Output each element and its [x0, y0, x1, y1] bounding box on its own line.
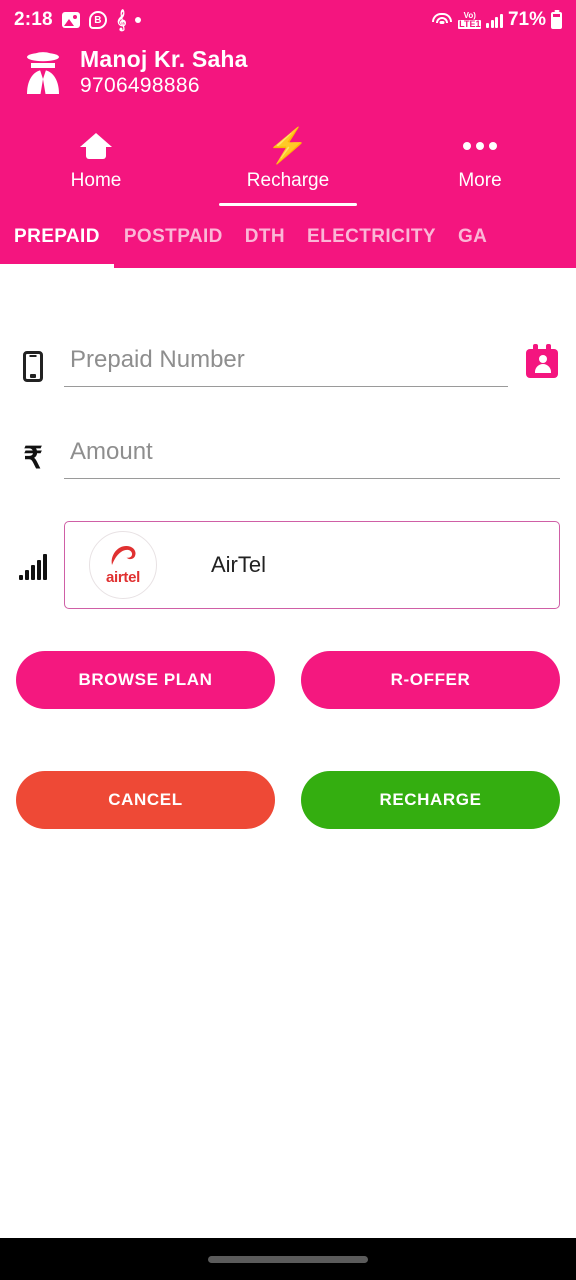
account-header: Manoj Kr. Saha 9706498886: [0, 40, 576, 112]
spy-avatar-icon: [22, 48, 64, 96]
plan-button-row: BROWSE PLAN R-OFFER: [16, 651, 560, 709]
more-dots-icon: [463, 128, 497, 164]
b-badge-icon: B: [88, 11, 107, 29]
service-tab-bar[interactable]: PREPAID POSTPAID DTH ELECTRICITY GA: [0, 206, 576, 268]
contacts-book-icon[interactable]: [526, 344, 560, 378]
account-phone: 9706498886: [80, 74, 200, 97]
prepaid-number-input[interactable]: [64, 345, 508, 387]
subtab-dth-label: DTH: [244, 226, 286, 247]
gesture-pill-handle[interactable]: [208, 1255, 368, 1263]
status-bar: 2:18 B 𝄞 Vo) LTE1 71%: [0, 0, 576, 40]
home-icon: [81, 128, 111, 164]
mobile-phone-icon: [16, 350, 50, 382]
subtab-gas[interactable]: GA: [458, 206, 509, 268]
subtab-postpaid[interactable]: POSTPAID: [124, 206, 245, 268]
system-navigation-bar: [0, 1238, 576, 1280]
amount-input[interactable]: [64, 438, 560, 479]
j-glyph-icon: 𝄞: [115, 10, 127, 30]
recharge-form: ₹ airtel AirTel BROWSE: [0, 268, 576, 1238]
signal-bars-icon: [16, 550, 50, 580]
subtab-postpaid-label: POSTPAID: [123, 226, 223, 247]
airtel-logo-icon: airtel: [89, 531, 157, 599]
operator-selector[interactable]: airtel AirTel: [64, 521, 560, 609]
action-button-row: CANCEL RECHARGE: [16, 771, 560, 829]
main-tab-bar: Home ⚡ Recharge More: [0, 112, 576, 206]
account-text: Manoj Kr. Saha 9706498886: [80, 46, 248, 98]
operator-name: AirTel: [211, 552, 267, 577]
amount-row: ₹: [16, 438, 560, 479]
volte-icon: Vo) LTE1: [458, 11, 482, 29]
subtab-electricity-label: ELECTRICITY: [307, 226, 436, 247]
tab-home[interactable]: Home: [0, 120, 192, 206]
status-bar-left: 2:18 B 𝄞: [14, 9, 142, 31]
prepaid-number-row: [16, 344, 560, 388]
tab-more[interactable]: More: [384, 120, 576, 206]
battery-icon: [551, 11, 562, 29]
tab-recharge[interactable]: ⚡ Recharge: [192, 120, 384, 206]
rupee-icon: ₹: [16, 441, 50, 475]
cancel-button[interactable]: CANCEL: [16, 771, 275, 829]
tab-recharge-label: Recharge: [246, 170, 330, 191]
wifi-icon: [431, 12, 453, 29]
subtab-electricity[interactable]: ELECTRICITY: [307, 206, 458, 268]
tab-home-label: Home: [70, 170, 122, 191]
operator-row: airtel AirTel: [16, 521, 560, 609]
account-name: Manoj Kr. Saha: [80, 46, 248, 72]
tab-more-label: More: [458, 170, 502, 191]
subtab-gas-label: GA: [458, 226, 488, 247]
subtab-dth[interactable]: DTH: [245, 206, 307, 268]
browse-plan-button[interactable]: BROWSE PLAN: [16, 651, 275, 709]
recharge-button[interactable]: RECHARGE: [301, 771, 560, 829]
volte-bottom-label: LTE1: [458, 18, 482, 29]
bolt-icon: ⚡: [266, 127, 310, 165]
rupee-symbol: ₹: [23, 441, 43, 475]
clock: 2:18: [14, 9, 53, 30]
battery-percent-label: 71%: [507, 9, 546, 30]
dot-icon: [135, 17, 142, 23]
photo-icon: [61, 12, 80, 28]
app-screen: 2:18 B 𝄞 Vo) LTE1 71% Manoj Kr. Saha 970…: [0, 0, 576, 1280]
airtel-logo-text: airtel: [105, 569, 141, 586]
subtab-prepaid[interactable]: PREPAID: [0, 206, 124, 268]
signal-bars-icon: [486, 13, 503, 28]
subtab-prepaid-label: PREPAID: [14, 226, 100, 247]
r-offer-button[interactable]: R-OFFER: [301, 651, 560, 709]
status-bar-right: Vo) LTE1 71%: [431, 9, 562, 31]
